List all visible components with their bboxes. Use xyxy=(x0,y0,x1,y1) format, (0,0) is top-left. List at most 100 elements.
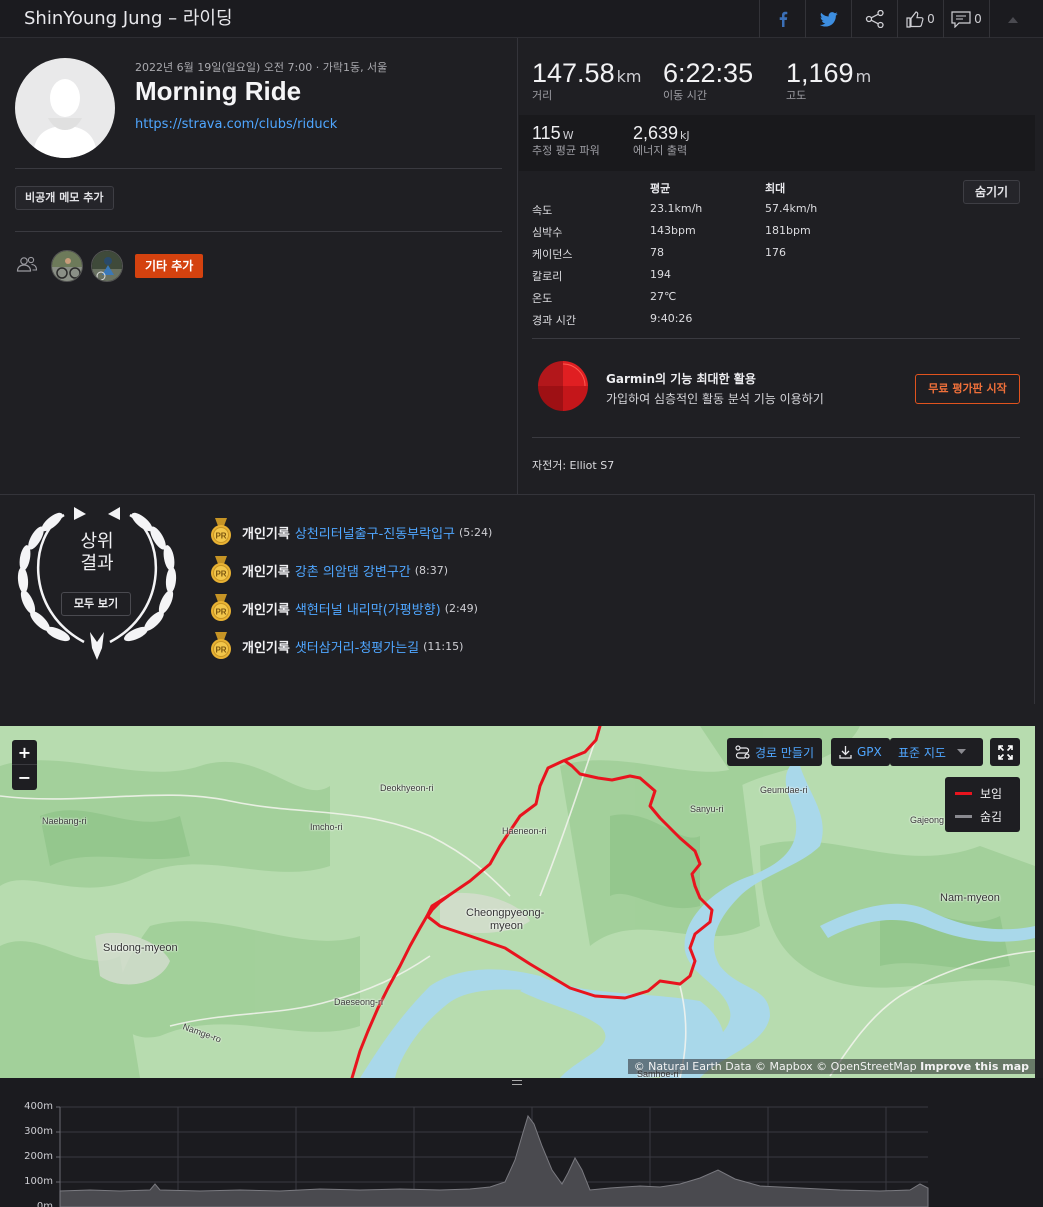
avatar[interactable] xyxy=(15,58,115,158)
column-header-max: 최대 xyxy=(765,182,786,195)
segment-link[interactable]: 강촌 의암댐 강변구간 xyxy=(295,561,411,580)
activity-name[interactable]: Morning Ride xyxy=(135,76,301,107)
row-avg: 23.1km/h xyxy=(650,202,703,215)
segment-link[interactable]: 색현터널 내리막(가평방향) xyxy=(295,599,441,618)
pr-medal-text: PR xyxy=(215,532,226,541)
legend-item-shown[interactable]: 보임 xyxy=(955,785,1002,802)
achievement-item: PR 개인기록 샛터삼거리-청평가는길 (11:15) xyxy=(210,632,463,660)
collapse-icon xyxy=(1007,16,1018,23)
activity-date-location: 2022년 6월 19일(일요일) 오전 7:00 · 가락1동, 서울 xyxy=(135,61,388,74)
table-row: 칼로리 194 xyxy=(532,268,832,290)
map-place-label: Sanyu-ri xyxy=(690,804,724,814)
row-label: 케이던스 xyxy=(532,248,573,261)
activity-owner-title: ShinYoung Jung – 라이딩 xyxy=(24,8,233,29)
achievements-section: 상위 결과 모두 보기 PR 개인기록 상천리터널출구-진동부락입구 (5:24… xyxy=(0,494,1035,704)
row-avg: 194 xyxy=(650,268,671,281)
row-avg: 9:40:26 xyxy=(650,312,693,325)
gpx-export-button[interactable]: GPX xyxy=(831,738,890,766)
achievement-item: PR 개인기록 색현터널 내리막(가평방향) (2:49) xyxy=(210,594,478,622)
segment-link[interactable]: 샛터삼거리-청평가는길 xyxy=(295,637,419,656)
elevation-chart[interactable]: 400m 300m 200m 100m 0m xyxy=(0,1078,1043,1207)
page-header: ShinYoung Jung – 라이딩 0 0 xyxy=(0,0,1043,38)
comment-icon xyxy=(951,10,971,28)
kudos-button[interactable]: 0 xyxy=(897,0,943,38)
stat-value: 6:22:35 xyxy=(663,58,754,88)
row-max: 176 xyxy=(765,246,786,259)
route-icon xyxy=(735,745,750,759)
route-map[interactable]: Deokhyeon-ri Naebang-ri Imcho-ri Haeneon… xyxy=(0,726,1035,1078)
map-place-label: Naebang-ri xyxy=(42,816,87,826)
club-link[interactable]: https://strava.com/clubs/riduck xyxy=(135,117,337,132)
stat-value: 1,169 xyxy=(786,58,854,88)
add-others-button[interactable]: 기타 추가 xyxy=(135,254,204,278)
map-legend: 보임 숨김 xyxy=(945,777,1020,832)
map-place-label: Nam-myeon xyxy=(940,892,1000,904)
stat-elevation: 1,169 m 고도 xyxy=(786,58,871,103)
stat-unit: kJ xyxy=(680,129,690,142)
map-place-label: Daeseong-ri xyxy=(334,997,384,1007)
stat-unit: km xyxy=(616,67,642,86)
group-member-avatar[interactable] xyxy=(91,250,123,282)
legend-swatch xyxy=(955,792,972,795)
fullscreen-button[interactable] xyxy=(990,738,1020,766)
row-label: 온도 xyxy=(532,292,553,305)
gpx-label: GPX xyxy=(857,745,882,759)
zoom-in-button[interactable]: + xyxy=(12,740,37,765)
row-label: 경과 시간 xyxy=(532,314,576,327)
stat-unit: m xyxy=(855,67,872,86)
pr-medal-text: PR xyxy=(215,570,226,579)
create-route-button[interactable]: 경로 만들기 xyxy=(727,738,823,766)
collapse-button[interactable] xyxy=(989,0,1035,38)
add-private-note-button[interactable]: 비공개 메모 추가 xyxy=(15,186,114,210)
map-place-label: myeon xyxy=(490,920,524,932)
divider xyxy=(532,338,1020,339)
map-place-label: Deokhyeon-ri xyxy=(380,783,434,793)
pr-medal-icon: PR xyxy=(211,632,231,659)
elevation-profile xyxy=(56,1106,929,1207)
attribution-text[interactable]: © Natural Earth Data © Mapbox © OpenStre… xyxy=(634,1060,917,1073)
row-max: 57.4km/h xyxy=(765,202,818,215)
group-member-avatar[interactable] xyxy=(51,250,83,282)
view-all-button[interactable]: 모두 보기 xyxy=(61,592,131,616)
thumbs-up-icon xyxy=(906,10,924,28)
table-row: 케이던스 78 176 xyxy=(532,246,832,268)
pr-medal-icon: PR xyxy=(211,556,231,583)
row-max: 181bpm xyxy=(765,224,811,237)
share-button[interactable] xyxy=(851,0,897,38)
top-results-title-line: 결과 xyxy=(80,553,114,574)
free-trial-button[interactable]: 무료 평가판 시작 xyxy=(915,374,1020,404)
row-label: 속도 xyxy=(532,204,553,217)
segment-time: (8:37) xyxy=(414,563,449,577)
achievement-item: PR 개인기록 상천리터널출구-진동부락입구 (5:24) xyxy=(210,518,492,546)
map-style-label: 표준 지도 xyxy=(898,745,946,760)
achievement-label: 개인기록 xyxy=(242,564,290,580)
hide-stats-button[interactable]: 숨기기 xyxy=(963,180,1020,204)
top-results-title: 상위 결과 xyxy=(62,531,132,575)
twitter-icon xyxy=(819,11,838,27)
legend-item-hidden[interactable]: 숨김 xyxy=(955,808,1002,825)
facebook-icon xyxy=(779,11,787,27)
pr-medal-icon: PR xyxy=(211,518,231,545)
pr-medal-text: PR xyxy=(215,646,226,655)
stat-label: 거리 xyxy=(532,89,553,102)
facebook-share-button[interactable] xyxy=(759,0,805,38)
achievement-label: 개인기록 xyxy=(242,640,290,656)
stat-distance: 147.58 km 거리 xyxy=(532,58,641,103)
stat-moving-time: 6:22:35 이동 시간 xyxy=(663,58,755,103)
zoom-controls: + − xyxy=(12,740,37,790)
comment-button[interactable]: 0 xyxy=(943,0,989,38)
segment-link[interactable]: 상천리터널출구-진동부락입구 xyxy=(295,523,455,542)
laurel-wreath-icon xyxy=(17,507,177,660)
zoom-out-button[interactable]: − xyxy=(12,765,37,790)
improve-map-link[interactable]: Improve this map xyxy=(920,1060,1029,1073)
garmin-pie-icon xyxy=(537,360,589,416)
stat-energy: 2,639 kJ 에너지 출력 xyxy=(633,123,690,158)
legend-label: 숨김 xyxy=(980,810,1003,824)
comment-count: 0 xyxy=(974,12,982,26)
table-header-row: 평균 최대 xyxy=(532,180,832,202)
map-style-dropdown[interactable]: 표준 지도 xyxy=(890,738,983,766)
divider xyxy=(15,231,502,232)
create-route-label: 경로 만들기 xyxy=(755,745,815,760)
twitter-share-button[interactable] xyxy=(805,0,851,38)
table-row: 심박수 143bpm 181bpm xyxy=(532,224,832,246)
